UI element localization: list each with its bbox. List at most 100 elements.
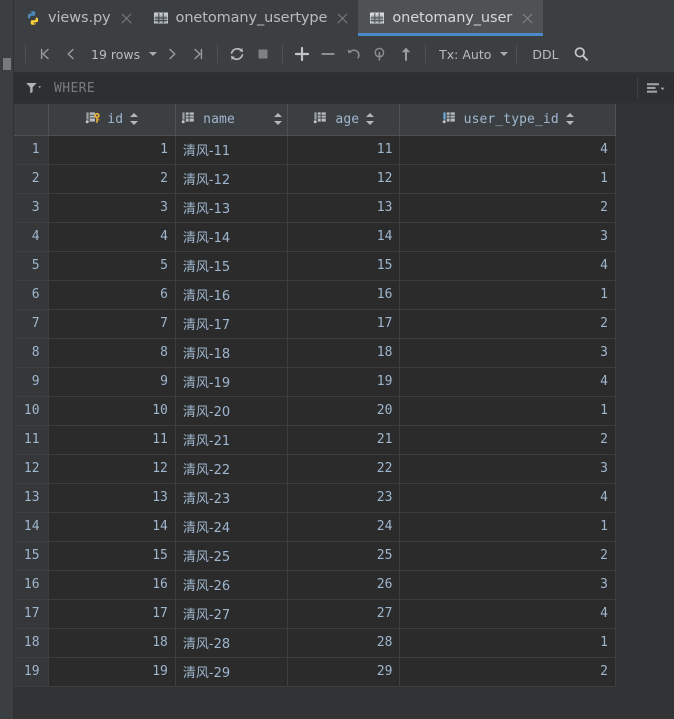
close-icon[interactable]: [120, 12, 133, 25]
cell-id[interactable]: 16: [48, 570, 176, 600]
cell-age[interactable]: 22: [287, 454, 401, 484]
cell-id[interactable]: 1: [48, 135, 176, 165]
table-row[interactable]: 11 11 清风-21 21 2: [14, 425, 616, 455]
row-number-cell[interactable]: 14: [14, 512, 49, 542]
cell-name[interactable]: 清风-27: [175, 599, 289, 629]
cell-age[interactable]: 28: [287, 628, 401, 658]
cell-name[interactable]: 清风-22: [175, 454, 289, 484]
cell-id[interactable]: 17: [48, 599, 176, 629]
row-number-cell[interactable]: 12: [14, 454, 49, 484]
table-row[interactable]: 16 16 清风-26 26 3: [14, 570, 616, 600]
cell-user_type_id[interactable]: 2: [399, 425, 616, 455]
row-number-cell[interactable]: 10: [14, 396, 49, 426]
column-header-name[interactable]: name: [175, 104, 289, 136]
cell-id[interactable]: 18: [48, 628, 176, 658]
cell-name[interactable]: 清风-14: [175, 222, 289, 252]
cell-user_type_id[interactable]: 2: [399, 657, 616, 687]
cell-name[interactable]: 清风-26: [175, 570, 289, 600]
cell-name[interactable]: 清风-24: [175, 512, 289, 542]
ddl-button[interactable]: DDL: [523, 41, 567, 67]
add-row-button[interactable]: [289, 41, 315, 67]
cell-user_type_id[interactable]: 4: [399, 251, 616, 281]
cell-name[interactable]: 清风-17: [175, 309, 289, 339]
next-page-button[interactable]: [159, 41, 185, 67]
previous-page-button[interactable]: [58, 41, 84, 67]
cell-id[interactable]: 10: [48, 396, 176, 426]
cell-user_type_id[interactable]: 2: [399, 193, 616, 223]
cell-age[interactable]: 15: [287, 251, 401, 281]
row-number-cell[interactable]: 8: [14, 338, 49, 368]
where-input[interactable]: WHERE: [54, 81, 637, 96]
row-number-cell[interactable]: 11: [14, 425, 49, 455]
cell-user_type_id[interactable]: 3: [399, 222, 616, 252]
table-row[interactable]: 14 14 清风-24 24 1: [14, 512, 616, 542]
row-number-cell[interactable]: 6: [14, 280, 49, 310]
table-row[interactable]: 19 19 清风-29 29 2: [14, 657, 616, 687]
cell-age[interactable]: 17: [287, 309, 401, 339]
cell-name[interactable]: 清风-25: [175, 541, 289, 571]
rollback-button[interactable]: [367, 41, 393, 67]
cell-name[interactable]: 清风-13: [175, 193, 289, 223]
cell-age[interactable]: 24: [287, 512, 401, 542]
editor-tab-onetomany-user[interactable]: onetomany_user: [358, 0, 544, 36]
cell-id[interactable]: 11: [48, 425, 176, 455]
cell-name[interactable]: 清风-11: [175, 135, 289, 165]
cell-age[interactable]: 21: [287, 425, 401, 455]
search-button[interactable]: [568, 41, 594, 67]
cell-id[interactable]: 15: [48, 541, 176, 571]
cell-id[interactable]: 6: [48, 280, 176, 310]
table-row[interactable]: 4 4 清风-14 14 3: [14, 222, 616, 252]
cell-id[interactable]: 2: [48, 164, 176, 194]
editor-tab-views-py[interactable]: views.py: [14, 0, 142, 36]
cell-user_type_id[interactable]: 3: [399, 338, 616, 368]
row-number-cell[interactable]: 3: [14, 193, 49, 223]
cell-id[interactable]: 7: [48, 309, 176, 339]
column-header-user-type-id[interactable]: user_type_id: [399, 104, 616, 136]
row-number-cell[interactable]: 7: [14, 309, 49, 339]
table-row[interactable]: 1 1 清风-11 11 4: [14, 135, 616, 165]
table-row[interactable]: 5 5 清风-15 15 4: [14, 251, 616, 281]
cell-name[interactable]: 清风-12: [175, 164, 289, 194]
cell-user_type_id[interactable]: 3: [399, 454, 616, 484]
row-number-cell[interactable]: 9: [14, 367, 49, 397]
view-options-icon[interactable]: [637, 77, 668, 99]
table-row[interactable]: 2 2 清风-12 12 1: [14, 164, 616, 194]
cell-age[interactable]: 20: [287, 396, 401, 426]
cell-user_type_id[interactable]: 4: [399, 483, 616, 513]
table-row[interactable]: 18 18 清风-28 28 1: [14, 628, 616, 658]
row-number-cell[interactable]: 13: [14, 483, 49, 513]
cell-id[interactable]: 13: [48, 483, 176, 513]
reload-button[interactable]: [224, 41, 250, 67]
table-row[interactable]: 7 7 清风-17 17 2: [14, 309, 616, 339]
cell-name[interactable]: 清风-23: [175, 483, 289, 513]
row-count-selector[interactable]: 19 rows: [84, 41, 159, 67]
cell-age[interactable]: 11: [287, 135, 401, 165]
close-icon[interactable]: [521, 12, 534, 25]
cell-age[interactable]: 29: [287, 657, 401, 687]
cell-user_type_id[interactable]: 1: [399, 396, 616, 426]
cell-user_type_id[interactable]: 1: [399, 512, 616, 542]
cell-age[interactable]: 16: [287, 280, 401, 310]
cell-age[interactable]: 19: [287, 367, 401, 397]
cell-user_type_id[interactable]: 4: [399, 135, 616, 165]
cell-user_type_id[interactable]: 2: [399, 541, 616, 571]
cell-id[interactable]: 12: [48, 454, 176, 484]
cell-id[interactable]: 5: [48, 251, 176, 281]
tool-window-button-structure[interactable]: Structure: [0, 669, 13, 719]
row-number-cell[interactable]: 2: [14, 164, 49, 194]
cell-name[interactable]: 清风-19: [175, 367, 289, 397]
cell-id[interactable]: 8: [48, 338, 176, 368]
table-row[interactable]: 6 6 清风-16 16 1: [14, 280, 616, 310]
row-number-cell[interactable]: 1: [14, 135, 49, 165]
row-number-cell[interactable]: 15: [14, 541, 49, 571]
cell-name[interactable]: 清风-29: [175, 657, 289, 687]
filter-funnel-icon[interactable]: [24, 80, 44, 96]
column-header-id[interactable]: id: [48, 104, 176, 136]
cell-user_type_id[interactable]: 2: [399, 309, 616, 339]
cell-name[interactable]: 清风-18: [175, 338, 289, 368]
table-row[interactable]: 9 9 清风-19 19 4: [14, 367, 616, 397]
cell-age[interactable]: 26: [287, 570, 401, 600]
first-page-button[interactable]: [32, 41, 58, 67]
tool-window-handle[interactable]: [3, 58, 11, 70]
close-icon[interactable]: [336, 12, 349, 25]
